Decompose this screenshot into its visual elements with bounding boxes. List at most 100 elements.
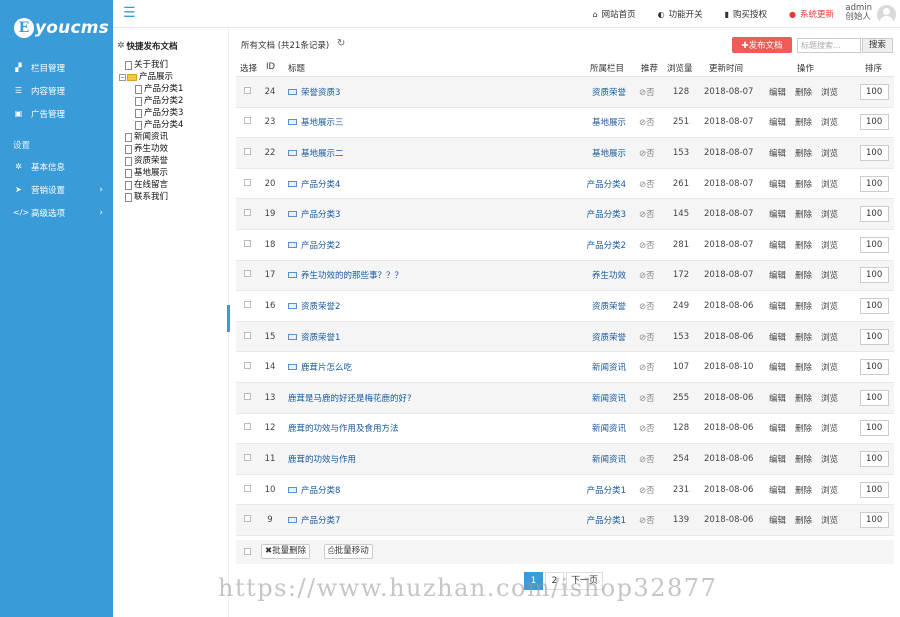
next-page-button[interactable]: 下一页: [566, 572, 604, 590]
row-checkbox[interactable]: [244, 147, 251, 155]
sidebar-item[interactable]: ▣ 广告管理: [0, 102, 113, 125]
row-category-link[interactable]: 新闻资讯: [592, 453, 626, 465]
user-info[interactable]: admin 创始人: [845, 4, 872, 22]
row-checkbox[interactable]: [244, 484, 251, 492]
tree-node[interactable]: 新闻资讯: [119, 131, 183, 143]
row-checkbox[interactable]: [244, 178, 251, 186]
sort-order-input[interactable]: 100: [860, 206, 889, 223]
select-all-checkbox[interactable]: [244, 548, 251, 555]
row-recommend-status[interactable]: ⊘否: [639, 514, 655, 526]
delete-link[interactable]: 删除: [795, 333, 812, 343]
sidebar-item[interactable]: ▞ 栏目管理: [0, 56, 113, 79]
tree-node[interactable]: 联系我们: [119, 191, 183, 203]
delete-link[interactable]: 删除: [795, 88, 812, 98]
edit-link[interactable]: 编辑: [769, 333, 786, 343]
delete-link[interactable]: 删除: [795, 516, 812, 526]
sidebar-item[interactable]: ➤ 营销设置 ›: [0, 178, 113, 201]
delete-link[interactable]: 删除: [795, 118, 812, 128]
sidebar-item[interactable]: ✲ 基本信息: [0, 155, 113, 178]
row-checkbox[interactable]: [244, 362, 251, 370]
row-recommend-status[interactable]: ⊘否: [639, 86, 655, 98]
row-checkbox[interactable]: [244, 270, 251, 278]
row-category-link[interactable]: 产品分类4: [587, 178, 626, 190]
tree-node[interactable]: 产品分类4: [119, 119, 183, 131]
sort-order-input[interactable]: 100: [860, 114, 889, 131]
header-link[interactable]: ▮ 购买授权: [725, 8, 767, 21]
row-recommend-status[interactable]: ⊘否: [639, 116, 655, 128]
header-link[interactable]: ⌂ 网站首页: [592, 8, 635, 21]
row-category-link[interactable]: 产品分类1: [587, 514, 626, 526]
row-recommend-status[interactable]: ⊘否: [639, 331, 655, 343]
row-recommend-status[interactable]: ⊘否: [639, 147, 655, 159]
page-button[interactable]: 1: [524, 572, 543, 590]
row-title-link[interactable]: 产品分类7: [288, 514, 340, 526]
row-category-link[interactable]: 资质荣誉: [592, 300, 626, 312]
row-recommend-status[interactable]: ⊘否: [639, 269, 655, 281]
row-title-link[interactable]: 基地展示三: [288, 116, 344, 128]
publish-button[interactable]: ✚发布文档: [732, 37, 792, 53]
row-category-link[interactable]: 养生功效: [592, 269, 626, 281]
row-recommend-status[interactable]: ⊘否: [639, 239, 655, 251]
row-category-link[interactable]: 新闻资讯: [592, 422, 626, 434]
tree-node[interactable]: 养生功效: [119, 143, 183, 155]
row-title-link[interactable]: 鹿茸的功效与作用: [288, 453, 356, 465]
delete-link[interactable]: 删除: [795, 302, 812, 312]
view-link[interactable]: 浏览: [821, 516, 838, 526]
row-checkbox[interactable]: [244, 423, 251, 431]
edit-link[interactable]: 编辑: [769, 149, 786, 159]
row-category-link[interactable]: 新闻资讯: [592, 392, 626, 404]
search-input[interactable]: 标题搜索...: [797, 38, 861, 53]
row-checkbox[interactable]: [244, 515, 251, 523]
tree-node[interactable]: 资质荣誉: [119, 155, 183, 167]
row-recommend-status[interactable]: ⊘否: [639, 178, 655, 190]
tree-node[interactable]: 产品分类2: [119, 95, 183, 107]
sort-order-input[interactable]: 100: [860, 450, 889, 467]
view-link[interactable]: 浏览: [821, 394, 838, 404]
row-recommend-status[interactable]: ⊘否: [639, 422, 655, 434]
row-title-link[interactable]: 产品分类4: [288, 178, 340, 190]
row-recommend-status[interactable]: ⊘否: [639, 208, 655, 220]
row-checkbox[interactable]: [244, 86, 251, 94]
edit-link[interactable]: 编辑: [769, 241, 786, 251]
row-recommend-status[interactable]: ⊘否: [639, 453, 655, 465]
sort-order-input[interactable]: 100: [860, 481, 889, 498]
row-checkbox[interactable]: [244, 331, 251, 339]
delete-link[interactable]: 删除: [795, 394, 812, 404]
row-recommend-status[interactable]: ⊘否: [639, 300, 655, 312]
avatar[interactable]: [877, 5, 896, 24]
tree-node[interactable]: 基地展示: [119, 167, 183, 179]
view-link[interactable]: 浏览: [821, 118, 838, 128]
row-title-link[interactable]: 鹿茸是马鹿的好还是梅花鹿的好?: [288, 392, 412, 404]
tree-node[interactable]: 在线留言: [119, 179, 183, 191]
view-link[interactable]: 浏览: [821, 210, 838, 220]
panel-resize-handle[interactable]: [227, 305, 230, 332]
row-title-link[interactable]: 产品分类2: [288, 239, 340, 251]
view-link[interactable]: 浏览: [821, 333, 838, 343]
search-button[interactable]: 搜索: [862, 38, 893, 53]
row-category-link[interactable]: 基地展示: [592, 116, 626, 128]
row-checkbox[interactable]: [244, 300, 251, 308]
view-link[interactable]: 浏览: [821, 363, 838, 373]
row-checkbox[interactable]: [244, 392, 251, 400]
sort-order-input[interactable]: 100: [860, 175, 889, 192]
sort-order-input[interactable]: 100: [860, 297, 889, 314]
delete-link[interactable]: 删除: [795, 271, 812, 281]
tree-node[interactable]: 产品分类1: [119, 83, 183, 95]
view-link[interactable]: 浏览: [821, 455, 838, 465]
edit-link[interactable]: 编辑: [769, 394, 786, 404]
edit-link[interactable]: 编辑: [769, 486, 786, 496]
row-title-link[interactable]: 资质荣誉1: [288, 331, 340, 343]
row-title-link[interactable]: 产品分类3: [288, 208, 340, 220]
menu-toggle-icon[interactable]: ☰: [123, 6, 136, 20]
row-category-link[interactable]: 新闻资讯: [592, 361, 626, 373]
row-title-link[interactable]: 资质荣誉2: [288, 300, 340, 312]
tree-node[interactable]: − 产品展示: [119, 71, 183, 83]
row-recommend-status[interactable]: ⊘否: [639, 361, 655, 373]
row-checkbox[interactable]: [244, 453, 251, 461]
sort-order-input[interactable]: 100: [860, 389, 889, 406]
batch-move-button[interactable]: ⎙批量移动: [324, 544, 373, 559]
edit-link[interactable]: 编辑: [769, 271, 786, 281]
header-link[interactable]: ◐ 功能开关: [658, 8, 703, 21]
delete-link[interactable]: 删除: [795, 424, 812, 434]
view-link[interactable]: 浏览: [821, 302, 838, 312]
